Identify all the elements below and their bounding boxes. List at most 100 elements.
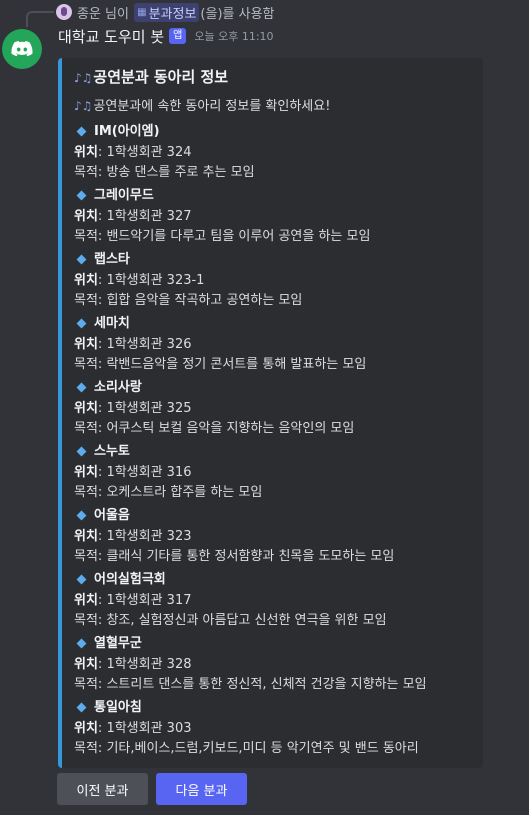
blue-diamond-icon [76, 638, 87, 648]
club-location: 위치: 1학생회관 326 [74, 337, 192, 352]
club-purpose: 목적: 클래식 기타를 통한 정서함향과 친목을 도모하는 모임 [74, 549, 395, 564]
purpose-label: 목적 [74, 357, 98, 372]
embed-description-text: 공연분과에 속한 동아리 정보를 확인하세요! [93, 99, 331, 114]
club-name-text: 스누토 [94, 444, 130, 459]
location-value: 1학생회관 326 [106, 337, 192, 352]
embed-field: 랩스타 위치: 1학생회관 323-1 목적: 힙합 음악을 작곡하고 공연하는… [74, 249, 473, 313]
blue-diamond-icon [76, 574, 87, 584]
club-location: 위치: 1학생회관 325 [74, 401, 192, 416]
location-label: 위치 [74, 401, 98, 416]
purpose-label: 목적 [74, 421, 98, 436]
embed-title: ♪♫공연분과 동아리 정보 [74, 66, 473, 88]
previous-category-button[interactable]: 이전 분과 [57, 773, 148, 805]
blue-diamond-icon [76, 702, 87, 712]
club-name-text: 열혈무군 [94, 636, 142, 651]
purpose-label: 목적 [74, 165, 98, 180]
club-name: 어의실험극회 [74, 569, 473, 591]
app-command-icon: ▦ [137, 6, 147, 18]
blue-diamond-icon [76, 510, 87, 520]
club-name: 통일아침 [74, 697, 473, 719]
club-name: 소리사랑 [74, 377, 473, 399]
purpose-label: 목적 [74, 741, 98, 756]
purpose-value: 기타,베이스,드럼,키보드,미디 등 악기연주 및 밴드 동아리 [106, 741, 419, 756]
club-purpose: 목적: 창조, 실험정신과 아름답고 신선한 연극을 위한 모임 [74, 613, 387, 628]
location-label: 위치 [74, 273, 98, 288]
slash-command-chip[interactable]: ▦ 분과정보 [134, 2, 200, 22]
location-value: 1학생회관 323 [106, 529, 192, 544]
club-location: 위치: 1학생회관 327 [74, 209, 192, 224]
club-purpose: 목적: 방송 댄스를 주로 추는 모임 [74, 165, 255, 180]
club-name-text: 어울음 [94, 508, 130, 523]
club-name-text: 랩스타 [94, 252, 130, 267]
club-location: 위치: 1학생회관 316 [74, 465, 192, 480]
blue-diamond-icon [76, 318, 87, 328]
purpose-label: 목적 [74, 677, 98, 692]
embed-fields: IM(아이엠) 위치: 1학생회관 324 목적: 방송 댄스를 주로 추는 모… [74, 121, 473, 761]
next-category-button[interactable]: 다음 분과 [156, 773, 247, 805]
club-name: 스누토 [74, 441, 473, 463]
purpose-label: 목적 [74, 485, 98, 500]
location-value: 1학생회관 317 [106, 593, 192, 608]
location-value: 1학생회관 324 [106, 145, 192, 160]
club-purpose: 목적: 힙합 음악을 작곡하고 공연하는 모임 [74, 293, 303, 308]
purpose-value: 밴드악기를 다루고 팀을 이루어 공연을 하는 모임 [106, 229, 371, 244]
blue-diamond-icon [76, 190, 87, 200]
location-label: 위치 [74, 145, 98, 160]
embed-field: 열혈무군 위치: 1학생회관 328 목적: 스트리트 댄스를 통한 정신적, … [74, 633, 473, 697]
message-header: 대학교 도우미 봇 앱 오늘 오후 11:10 [58, 25, 274, 47]
location-value: 1학생회관 323-1 [106, 273, 205, 288]
chat-message: 종운 님이 ▦ 분과정보 (을)를 사용함 대학교 도우미 봇 앱 오늘 오후 … [0, 0, 529, 815]
embed-field: 통일아침 위치: 1학생회관 303 목적: 기타,베이스,드럼,키보드,미디 … [74, 697, 473, 761]
purpose-value: 스트리트 댄스를 통한 정신적, 신체적 건강을 지향하는 모임 [106, 677, 427, 692]
purpose-label: 목적 [74, 229, 98, 244]
purpose-value: 오케스트라 합주를 하는 모임 [106, 485, 263, 500]
blue-diamond-icon [76, 446, 87, 456]
club-name: 열혈무군 [74, 633, 473, 655]
embed-field: 세마치 위치: 1학생회관 326 목적: 락밴드음악을 정기 콘서트를 통해 … [74, 313, 473, 377]
club-location: 위치: 1학생회관 324 [74, 145, 192, 160]
location-label: 위치 [74, 593, 98, 608]
reply-user-avatar[interactable] [56, 4, 72, 20]
embed-card: ♪♫공연분과 동아리 정보 ♪♫공연분과에 속한 동아리 정보를 확인하세요! … [58, 58, 483, 768]
club-location: 위치: 1학생회관 323-1 [74, 273, 205, 288]
club-name: 세마치 [74, 313, 473, 335]
embed-description: ♪♫공연분과에 속한 동아리 정보를 확인하세요! [74, 96, 473, 116]
club-name: 그레이무드 [74, 185, 473, 207]
reply-user-name[interactable]: 종운 님이 [77, 3, 129, 22]
club-location: 위치: 1학생회관 303 [74, 721, 192, 736]
club-location: 위치: 1학생회관 317 [74, 593, 192, 608]
location-value: 1학생회관 325 [106, 401, 192, 416]
purpose-value: 클래식 기타를 통한 정서함향과 친목을 도모하는 모임 [106, 549, 395, 564]
location-value: 1학생회관 303 [106, 721, 192, 736]
purpose-value: 어쿠스틱 보컬 음악을 지향하는 음악인의 모임 [106, 421, 355, 436]
embed-title-text: 공연분과 동아리 정보 [93, 68, 229, 86]
club-purpose: 목적: 어쿠스틱 보컬 음악을 지향하는 음악인의 모임 [74, 421, 355, 436]
club-name-text: 세마치 [94, 316, 130, 331]
club-purpose: 목적: 오케스트라 합주를 하는 모임 [74, 485, 263, 500]
reply-context[interactable]: 종운 님이 ▦ 분과정보 (을)를 사용함 [56, 2, 275, 22]
purpose-value: 락밴드음악을 정기 콘서트를 통해 발표하는 모임 [106, 357, 367, 372]
club-purpose: 목적: 락밴드음악을 정기 콘서트를 통해 발표하는 모임 [74, 357, 367, 372]
location-label: 위치 [74, 209, 98, 224]
purpose-value: 방송 댄스를 주로 추는 모임 [106, 165, 255, 180]
location-value: 1학생회관 327 [106, 209, 192, 224]
location-value: 1학생회관 316 [106, 465, 192, 480]
club-name-text: 어의실험극회 [94, 572, 166, 587]
bot-username[interactable]: 대학교 도우미 봇 [58, 26, 164, 47]
music-notes-icon: ♪♫ [74, 71, 93, 85]
embed-field: 어울음 위치: 1학생회관 323 목적: 클래식 기타를 통한 정서함향과 친… [74, 505, 473, 569]
message-timestamp[interactable]: 오늘 오후 11:10 [194, 28, 273, 44]
purpose-label: 목적 [74, 613, 98, 628]
club-location: 위치: 1학생회관 323 [74, 529, 192, 544]
app-badge: 앱 [169, 28, 187, 44]
club-name-text: IM(아이엠) [94, 124, 160, 139]
club-name-text: 통일아침 [94, 700, 142, 715]
music-notes-icon: ♪♫ [74, 99, 93, 113]
club-purpose: 목적: 기타,베이스,드럼,키보드,미디 등 악기연주 및 밴드 동아리 [74, 741, 419, 756]
purpose-value: 힙합 음악을 작곡하고 공연하는 모임 [106, 293, 303, 308]
club-purpose: 목적: 스트리트 댄스를 통한 정신적, 신체적 건강을 지향하는 모임 [74, 677, 427, 692]
bot-avatar[interactable] [2, 29, 42, 69]
purpose-label: 목적 [74, 293, 98, 308]
blue-diamond-icon [76, 126, 87, 136]
location-value: 1학생회관 328 [106, 657, 192, 672]
